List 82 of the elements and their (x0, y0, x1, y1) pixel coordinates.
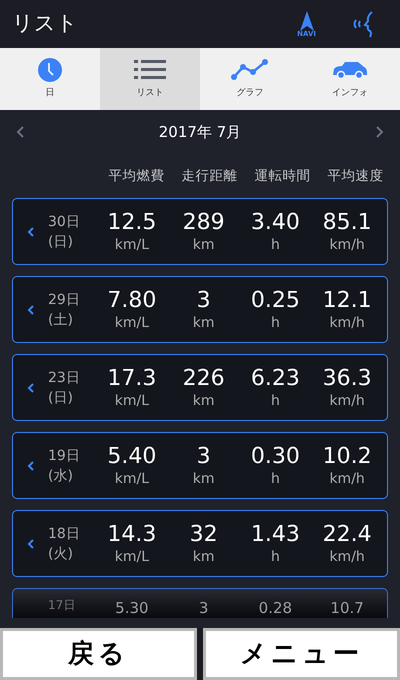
unit-text: km/h (329, 238, 365, 252)
value-text: 0.30 (250, 446, 300, 468)
menu-button[interactable]: メニュー (203, 628, 400, 680)
unit-text: km (192, 316, 214, 330)
tab-label: インフォ (332, 87, 368, 100)
previous-month-button[interactable] (16, 126, 24, 138)
value-text: 3.40 (250, 212, 300, 234)
unit-text: km/L (114, 394, 149, 408)
chevron-icon (27, 304, 34, 314)
unit-text: km (192, 394, 214, 408)
weekday-label: (土) (48, 312, 74, 326)
unit-text: km/h (329, 394, 365, 408)
unit-text: h (270, 238, 280, 252)
value-text: 0.28 (258, 601, 292, 616)
value-text: 17.3 (107, 368, 156, 390)
value-text: 36.3 (322, 368, 372, 390)
back-button[interactable]: 戻る (0, 628, 197, 680)
day-label: 30日 (48, 214, 81, 228)
unit-text: km/L (114, 316, 149, 330)
day-label: 19日 (48, 448, 81, 462)
unit-text: km/h (329, 316, 365, 330)
day-row-card[interactable]: 29日 (土) 7.80 km/L 3 km 0.25 h 12.1 km/h (12, 276, 388, 343)
value-text: 3 (196, 290, 211, 312)
month-label: 2017年 7月 (158, 122, 242, 143)
column-header: 運転時間 (254, 166, 312, 186)
chevron-icon (27, 226, 34, 236)
unit-text: h (270, 394, 280, 408)
value-text: 10.7 (330, 601, 364, 616)
next-month-button[interactable] (376, 126, 384, 138)
column-header: 走行距離 (180, 166, 238, 186)
day-row-card[interactable]: 30日 (日) 12.5 km/L 289 km 3.40 h 85.1 km/h (12, 198, 388, 265)
tab-label: グラフ (236, 87, 264, 100)
unit-text: km/L (114, 238, 149, 252)
day-label: 29日 (48, 292, 81, 306)
value-text: 14.3 (107, 524, 156, 546)
value-text: 1.43 (250, 524, 300, 546)
unit-text: h (270, 472, 280, 486)
value-text: 6.23 (250, 368, 300, 390)
unit-text: km (192, 238, 214, 252)
unit-text: h (270, 316, 280, 330)
day-row-card[interactable]: 18日 (火) 14.3 km/L 32 km 1.43 h 22.4 km/h (12, 510, 388, 577)
clock-icon (37, 57, 63, 84)
value-text: 226 (182, 368, 225, 390)
unit-text: km (192, 472, 214, 486)
column-header: 平均速度 (326, 166, 384, 186)
day-label: 18日 (48, 526, 81, 540)
day-row-card[interactable]: 19日 (水) 5.40 km/L 3 km 0.30 h 10.2 km/h (12, 432, 388, 499)
day-row-card[interactable]: 17日 5.30 3 0.28 10.7 (12, 588, 388, 618)
value-text: 7.80 (107, 290, 156, 312)
tab-label: リスト (136, 87, 164, 100)
value-text: 85.1 (322, 212, 372, 234)
weekday-label: (日) (48, 234, 74, 248)
value-text: 0.25 (250, 290, 300, 312)
value-text: 12.1 (322, 290, 372, 312)
value-text: 289 (182, 212, 225, 234)
weekday-label: (日) (48, 390, 74, 404)
chevron-icon (27, 538, 34, 548)
value-text: 3 (198, 601, 208, 616)
screen-title: リスト (12, 10, 79, 38)
unit-text: km/h (329, 550, 365, 564)
day-label: 17日 (48, 598, 76, 612)
value-text: 22.4 (322, 524, 372, 546)
tab-label: 日 (46, 87, 54, 100)
value-text: 10.2 (322, 446, 372, 468)
value-text: 12.5 (107, 212, 156, 234)
value-text: 5.30 (115, 601, 149, 616)
tab[interactable]: リスト (100, 48, 200, 110)
weekday-label: (火) (48, 546, 74, 560)
chevron-icon (27, 382, 34, 392)
value-text: 5.40 (107, 446, 156, 468)
unit-text: h (270, 550, 280, 564)
unit-text: km/L (114, 472, 149, 486)
chevron-icon (27, 460, 34, 470)
column-header: 平均燃費 (108, 166, 166, 186)
unit-text: km (192, 550, 214, 564)
unit-text: km/L (114, 550, 149, 564)
unit-text: km/h (329, 472, 365, 486)
day-row-card[interactable]: 23日 (日) 17.3 km/L 226 km 6.23 h 36.3 km/h (12, 354, 388, 421)
value-text: 3 (196, 446, 211, 468)
weekday-label: (水) (48, 468, 74, 482)
value-text: 32 (190, 524, 218, 546)
day-label: 23日 (48, 370, 81, 384)
